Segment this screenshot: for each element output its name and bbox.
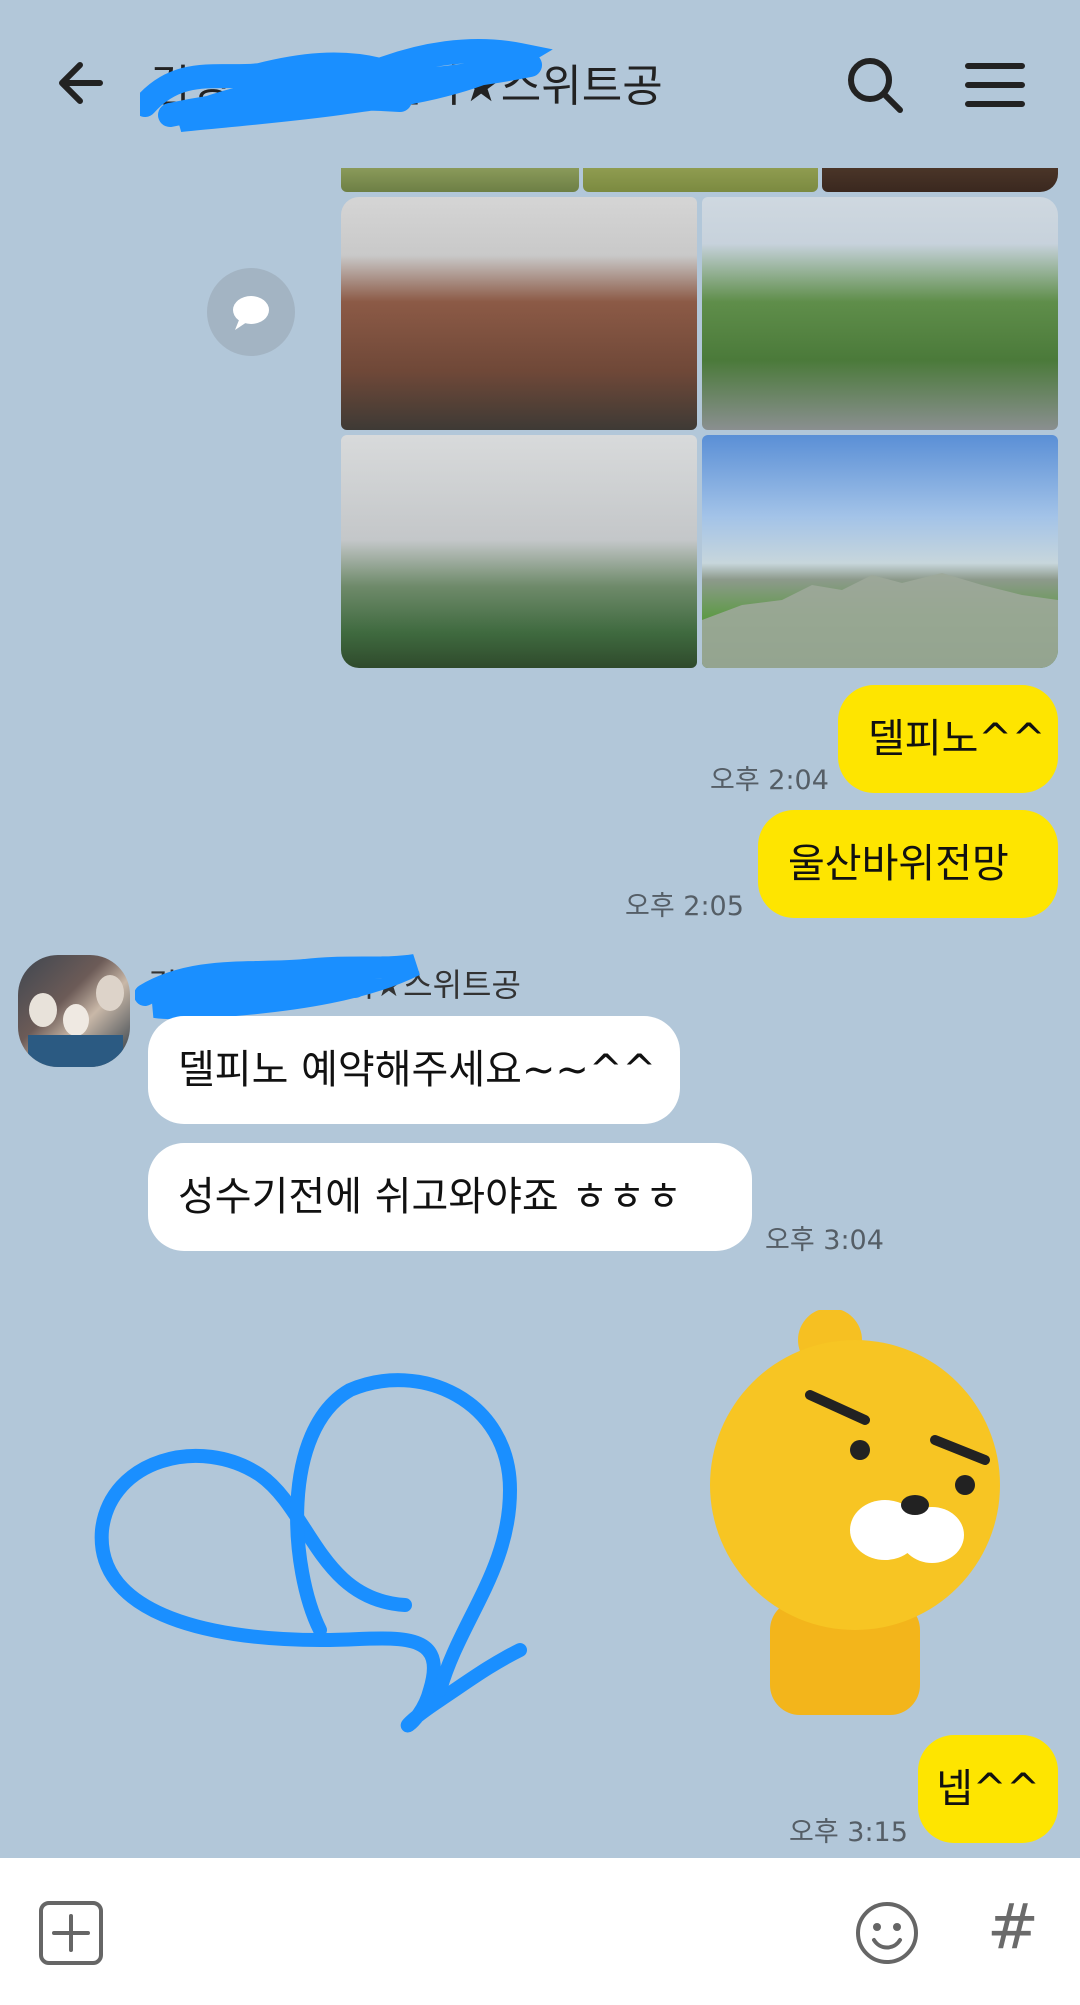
photo-thumbnail[interactable] <box>583 168 818 192</box>
other-message-bubble[interactable]: 성수기전에 쉬고와야죠 ㅎㅎㅎ <box>148 1143 752 1251</box>
avatar[interactable] <box>18 955 130 1067</box>
ryan-character-sticker[interactable] <box>700 1310 1010 1720</box>
heart-drawing-sticker[interactable] <box>90 1370 570 1760</box>
my-message-bubble[interactable]: 울산바위전망 <box>758 810 1058 918</box>
my-message-bubble[interactable]: 델피노^^ <box>838 685 1058 793</box>
photo-park[interactable] <box>702 197 1058 430</box>
message-timestamp: 오후 3:04 <box>765 1225 884 1256</box>
search-icon[interactable] <box>840 50 910 120</box>
photo-ulsanbawi[interactable] <box>702 435 1058 668</box>
message-timestamp: 오후 2:04 <box>710 765 829 796</box>
message-timestamp: 오후 2:05 <box>625 891 744 922</box>
back-arrow-icon[interactable] <box>50 48 120 118</box>
smiley-icon[interactable] <box>852 1898 922 1968</box>
photo-thumbnail[interactable] <box>822 168 1058 192</box>
photo-foggy-mountain[interactable] <box>341 435 697 668</box>
plus-square-icon[interactable] <box>38 1900 104 1966</box>
speech-bubble-icon <box>233 296 269 330</box>
title-redaction-scribble <box>140 39 553 132</box>
my-message-bubble[interactable]: 넵^^ <box>918 1735 1058 1843</box>
hamburger-menu-icon[interactable] <box>960 50 1030 120</box>
other-message-bubble[interactable]: 델피노 예약해주세요~~^^ <box>148 1016 680 1124</box>
share-button[interactable] <box>207 268 295 356</box>
name-redaction-scribble <box>135 954 420 1020</box>
chat-header: 김경희외3곳앨리★스위트공 <box>0 0 1080 170</box>
message-timestamp: 오후 3:15 <box>789 1817 908 1848</box>
photo-thumbnail[interactable] <box>341 168 579 192</box>
hashtag-button[interactable]: # <box>978 1892 1048 1962</box>
photo-building[interactable] <box>341 197 697 430</box>
